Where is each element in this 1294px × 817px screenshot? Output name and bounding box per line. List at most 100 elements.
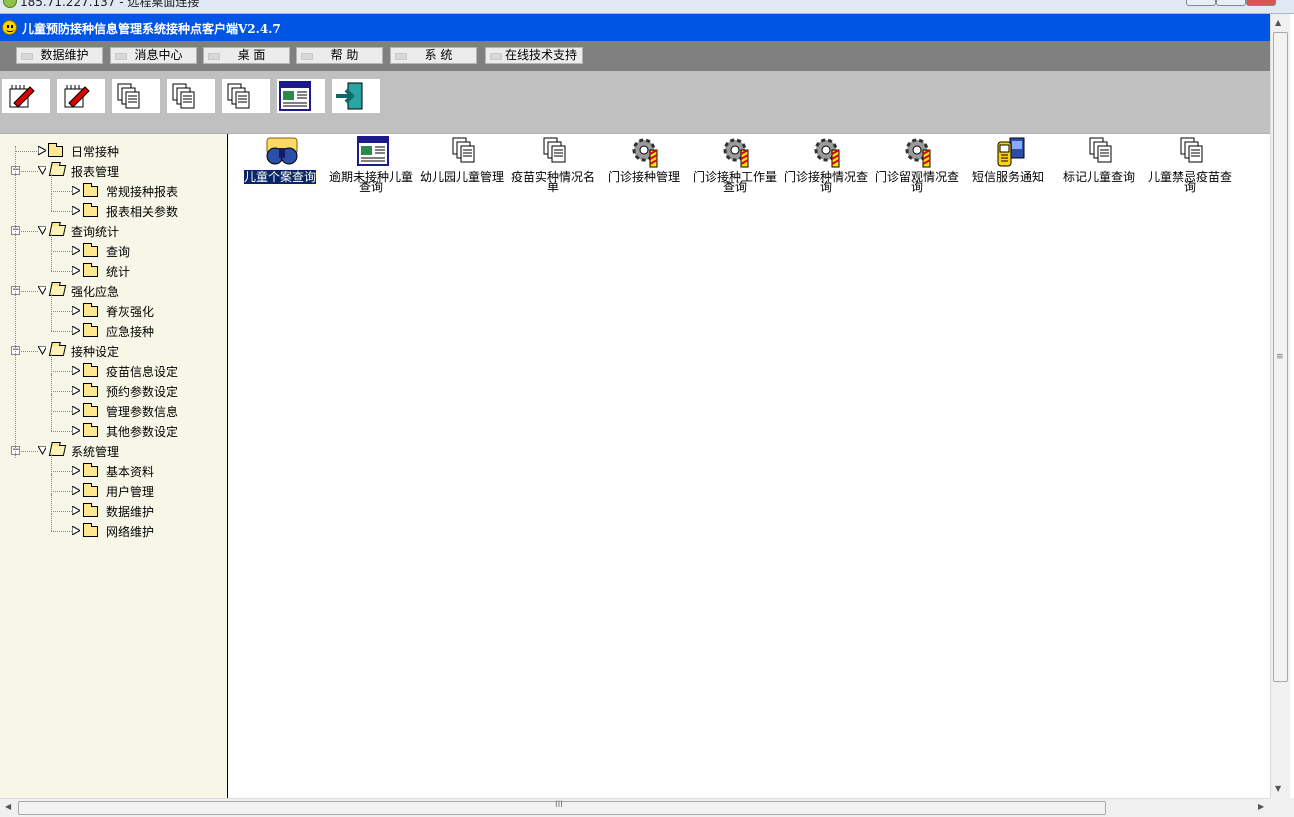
tree-group[interactable]: − 查询统计 [0, 222, 226, 240]
menu-desktop[interactable]: 桌 面 [203, 47, 290, 64]
function-shortcut[interactable]: 门诊留观情况查询 [872, 136, 962, 200]
scroll-down-icon[interactable]: ▼ [1275, 784, 1281, 793]
function-shortcut[interactable]: 标记儿童查询 [1054, 136, 1144, 200]
menu-system[interactable]: 系 统 [390, 47, 477, 64]
function-shortcut[interactable]: 短信服务通知 [963, 136, 1053, 200]
tree-item-label: 管理参数信息 [106, 405, 179, 419]
tree-connector [51, 191, 72, 192]
toolbar-button-2[interactable] [57, 79, 105, 113]
smiley-icon [2, 20, 17, 35]
tree-item[interactable]: 查询 [0, 234, 226, 260]
function-shortcut-label: 标记儿童查询 [1062, 170, 1135, 184]
app-title: 儿童预防接种信息管理系统接种点客户端V2.4.7 [22, 22, 281, 36]
tree-group-label: 日常接种 [71, 145, 120, 159]
tree-group[interactable]: − 强化应急 [0, 282, 226, 300]
collapsed-arrow-icon [72, 326, 80, 335]
menu-message-center[interactable]: 消息中心 [110, 47, 197, 64]
folder-icon [83, 383, 98, 397]
tree-item[interactable]: 数据维护 [0, 494, 226, 520]
tree-item[interactable]: 网络维护 [0, 514, 226, 540]
tree-group[interactable]: − 系统管理 [0, 442, 226, 460]
tree-item[interactable]: 报表相关参数 [0, 194, 226, 220]
folder-icon [83, 323, 98, 337]
toolbar-button-6[interactable] [277, 79, 325, 113]
function-shortcut[interactable]: 幼儿园儿童管理 [417, 136, 507, 200]
tree-item[interactable]: 脊灰强化 [0, 294, 226, 320]
tree-item-label: 网络维护 [106, 525, 155, 539]
function-shortcut-label: 幼儿园儿童管理 [419, 170, 504, 184]
folder-icon [83, 243, 98, 257]
menu-bar: 数据维护 消息中心 桌 面 帮 助 系 统 在线技术支持 [0, 41, 1270, 71]
tree-group[interactable]: 日常接种 [0, 142, 226, 160]
folder-icon [48, 143, 63, 157]
pencil-notebook-icon [63, 83, 91, 109]
tree-connector [51, 311, 72, 312]
folder-icon [83, 363, 98, 377]
function-shortcut[interactable]: 门诊接种工作量查询 [690, 136, 780, 200]
folder-icon [83, 303, 98, 317]
function-shortcut[interactable]: 疫苗实种情况名单 [508, 136, 598, 200]
function-shortcut-label: 门诊接种情况查询 [783, 170, 868, 194]
documents-icon [447, 136, 481, 170]
function-shortcut[interactable]: 门诊接种管理 [599, 136, 689, 200]
menu-help[interactable]: 帮 助 [296, 47, 383, 64]
function-shortcut-label: 逾期未接种儿童查询 [328, 170, 413, 194]
navigation-tree: 日常接种 − 报表管理 常规接种报表 报表相关参数 − 查询统计 查询 统计 − 强化应急脊灰强化应… [0, 134, 228, 798]
tree-item[interactable]: 管理参数信息 [0, 394, 226, 420]
tree-connector [51, 411, 72, 412]
tree-item[interactable]: 常规接种报表 [0, 174, 226, 200]
tree-connector [51, 511, 72, 512]
tree-item[interactable]: 其他参数设定 [0, 414, 226, 440]
menu-data-maintenance[interactable]: 数据维护 [16, 47, 103, 64]
vertical-scrollbar[interactable]: ▲ ≡ ▼ [1270, 14, 1290, 798]
close-button[interactable] [1246, 0, 1276, 6]
tree-item-label: 脊灰强化 [106, 305, 155, 319]
documents-icon [116, 82, 142, 110]
toolbar-button-3[interactable] [112, 79, 160, 113]
collapsed-arrow-icon [72, 186, 80, 195]
folder-icon [83, 503, 98, 517]
function-shortcut-label: 门诊接种工作量查询 [692, 170, 777, 194]
tree-item-label: 基本资料 [106, 465, 155, 479]
maximize-button[interactable] [1216, 0, 1246, 6]
scroll-right-icon[interactable]: ▶ [1258, 802, 1264, 811]
tree-item[interactable]: 统计 [0, 254, 226, 280]
toolbar-button-1[interactable] [2, 79, 50, 113]
tree-item[interactable]: 应急接种 [0, 314, 226, 340]
tree-connector [21, 291, 38, 292]
function-panel: 儿童个案查询 逾期未接种儿童查询 幼儿园儿童管理 疫苗实种情况名单 门诊接种管理 门诊接种… [229, 134, 1270, 798]
window-list-icon [279, 81, 311, 111]
tree-item[interactable]: 预约参数设定 [0, 374, 226, 400]
collapsed-arrow-icon [72, 206, 80, 215]
gear-icon [811, 136, 845, 170]
function-shortcut[interactable]: 儿童个案查询 [235, 136, 325, 200]
tree-item-label: 预约参数设定 [106, 385, 179, 399]
tree-item[interactable]: 用户管理 [0, 474, 226, 500]
scroll-up-icon[interactable]: ▲ [1275, 18, 1281, 27]
tree-connector [51, 251, 72, 252]
tree-item[interactable]: 疫苗信息设定 [0, 354, 226, 380]
toolbar-button-4[interactable] [167, 79, 215, 113]
scroll-left-icon[interactable]: ◀ [5, 802, 11, 811]
tree-connector [21, 171, 38, 172]
tree-group[interactable]: − 接种设定 [0, 342, 226, 360]
function-shortcut[interactable]: 逾期未接种儿童查询 [326, 136, 416, 200]
documents-icon [1084, 136, 1118, 170]
documents-icon [171, 82, 197, 110]
documents-icon [1175, 136, 1209, 170]
mobile-phone-icon [993, 136, 1027, 170]
tree-group[interactable]: − 报表管理 [0, 162, 226, 180]
exit-door-icon [334, 81, 366, 111]
minimize-button[interactable] [1186, 0, 1216, 6]
function-shortcut-label: 儿童禁忌疫苗查询 [1147, 170, 1232, 194]
menu-online-support[interactable]: 在线技术支持 [485, 47, 583, 64]
folder-icon [83, 203, 98, 217]
toolbar-button-5[interactable] [222, 79, 270, 113]
tree-item[interactable]: 基本资料 [0, 454, 226, 480]
tree-item-label: 其他参数设定 [106, 425, 179, 439]
horizontal-scrollbar[interactable]: ◀ III ▶ [0, 798, 1270, 817]
function-shortcut[interactable]: 门诊接种情况查询 [781, 136, 871, 200]
function-shortcut[interactable]: 儿童禁忌疫苗查询 [1145, 136, 1235, 200]
tree-group-label: 查询统计 [71, 225, 120, 239]
toolbar-button-exit[interactable] [332, 79, 380, 113]
